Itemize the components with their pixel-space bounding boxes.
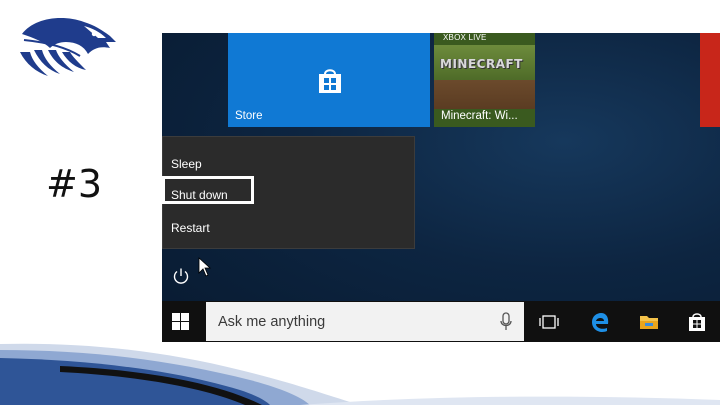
slide-bottom-swoosh <box>0 343 720 405</box>
store-bag-icon <box>319 69 341 93</box>
red-app-tile[interactable] <box>700 33 720 127</box>
microphone-icon[interactable] <box>499 312 513 332</box>
minecraft-art <box>434 45 535 109</box>
eagle-logo <box>20 18 116 76</box>
task-view-icon[interactable] <box>538 311 560 333</box>
minecraft-logo-text: MINECRAFT <box>440 57 523 71</box>
minecraft-tile-label: Minecraft: Wi... <box>441 110 518 122</box>
search-placeholder: Ask me anything <box>218 314 326 330</box>
store-tile-label: Store <box>235 110 263 122</box>
store-tile[interactable]: Store <box>228 33 430 127</box>
restart-menu-item[interactable]: Restart <box>171 221 210 235</box>
sleep-menu-item[interactable]: Sleep <box>171 157 202 171</box>
power-icon[interactable] <box>172 267 190 285</box>
xbox-live-badge: XBOX LIVE <box>443 33 487 42</box>
file-explorer-icon[interactable] <box>638 311 660 333</box>
windows-start-icon[interactable] <box>172 313 189 330</box>
minecraft-tile[interactable]: XBOX LIVE MINECRAFT Minecraft: Wi... <box>434 33 535 127</box>
slide-number: #3 <box>46 162 103 206</box>
store-icon[interactable] <box>686 311 708 333</box>
windows-start-screenshot: Store XBOX LIVE MINECRAFT Minecraft: Wi.… <box>162 33 720 342</box>
edge-browser-icon[interactable] <box>589 311 611 333</box>
shut-down-highlight-box <box>162 176 254 204</box>
mouse-cursor-icon <box>198 257 212 277</box>
